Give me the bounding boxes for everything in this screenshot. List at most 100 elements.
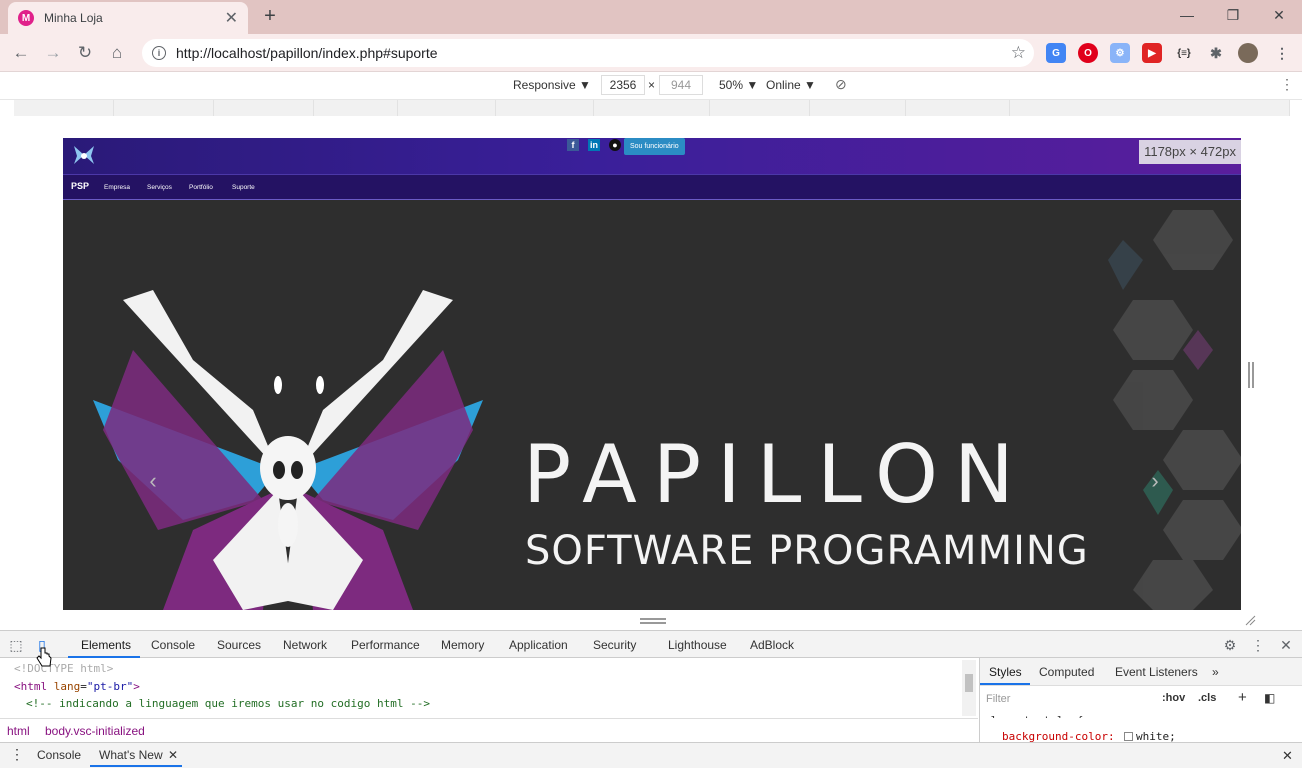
forward-icon[interactable]: → [40,40,66,66]
menu-kebab-icon[interactable]: ⋮ [1272,43,1292,63]
reload-icon[interactable]: ↻ [72,40,98,66]
browser-toolbar: ← → ↻ ⌂ i http://localhost/papillon/inde… [0,34,1302,72]
settings-gear-icon[interactable]: ⚙ [1222,637,1238,653]
video-extension-icon[interactable]: ▶ [1142,43,1162,63]
media-query-ruler[interactable] [0,100,1302,118]
class-toggle[interactable]: .cls [1198,692,1216,704]
window-controls: — ❐ ✕ [1164,0,1302,30]
tab-sources[interactable]: Sources [217,638,261,652]
styles-filter-input[interactable]: Filter [984,690,1150,708]
doctype-line[interactable]: <!DOCTYPE html> [14,662,113,675]
address-bar[interactable]: i http://localhost/papillon/index.php#su… [142,39,1034,67]
hero-title: PAPILLON [523,428,1030,521]
url-text: http://localhost/papillon/index.php#supo… [176,45,438,61]
close-window-icon[interactable]: ✕ [1256,0,1302,30]
device-toolbar-more-icon[interactable]: ⋮ [1280,76,1294,93]
rotate-icon[interactable]: ⊘ [835,76,847,93]
throttle-select[interactable]: Online ▼ [766,78,816,92]
carousel-next-icon[interactable]: › [1143,468,1167,498]
tab-network[interactable]: Network [283,638,327,652]
tab-event-listeners[interactable]: Event Listeners [1115,665,1198,679]
extensions-puzzle-icon[interactable]: ✱ [1206,43,1226,63]
translate-extension-icon[interactable]: G [1046,43,1066,63]
html-open-line[interactable]: <html lang="pt-br"> [14,680,140,693]
viewport-width-input[interactable]: 2356 [601,75,645,95]
staff-login-button[interactable]: Sou funcionário [624,138,685,155]
opera-extension-icon[interactable]: O [1078,43,1098,63]
facebook-icon[interactable]: f [567,139,579,151]
store-favicon-icon: M [18,10,34,26]
html-comment-line[interactable]: <!-- indicando a linguagem que iremos us… [26,697,430,710]
styles-declaration: background-color: white; [979,718,1302,743]
lang-value: "pt-br" [86,680,134,693]
tab-lighthouse[interactable]: Lighthouse [668,638,727,652]
crumb-body[interactable]: body.vsc-initialized [45,724,145,738]
json-extension-icon[interactable]: {≡} [1174,43,1194,63]
inspect-element-icon[interactable]: ⬚ [8,637,24,653]
tab-console[interactable]: Console [151,638,195,652]
tab-title: Minha Loja [44,11,103,25]
tab-application[interactable]: Application [509,638,568,652]
drawer-tab-console[interactable]: Console [37,748,81,762]
drawer-tab-whats-new[interactable]: What's New [99,748,163,762]
styles-pane: Styles Computed Event Listeners » Filter… [979,658,1302,727]
bookmark-star-icon[interactable]: ☆ [1011,43,1026,63]
tab-styles[interactable]: Styles [989,665,1022,679]
styles-tabbar: Styles Computed Event Listeners » [980,658,1302,686]
new-tab-icon[interactable]: + [258,4,282,28]
color-swatch[interactable] [1124,732,1133,741]
tab-performance[interactable]: Performance [351,638,420,652]
device-toolbar: Responsive ▼ 2356 × 944 50% ▼ Online ▼ ⊘… [0,72,1302,100]
close-drawer-tab-icon[interactable]: ✕ [168,748,178,762]
close-tab-icon[interactable]: ✕ [225,8,238,28]
tab-adblock[interactable]: AdBlock [750,638,794,652]
zoom-select[interactable]: 50% ▼ [719,78,758,92]
home-icon[interactable]: ⌂ [104,40,130,66]
back-icon[interactable]: ← [8,40,34,66]
toggle-sidebar-icon[interactable]: ◧ [1264,691,1275,705]
more-tabs-icon[interactable]: » [1212,665,1219,679]
hand-pointer-icon [36,647,52,667]
viewport-height-input[interactable]: 944 [659,75,703,95]
viewport-height-resize-handle[interactable] [640,618,666,624]
browser-tab[interactable]: M Minha Loja ✕ [8,2,248,34]
nav-link-servicos[interactable]: Serviços [147,184,172,191]
tab-memory[interactable]: Memory [441,638,484,652]
styles-tab-indicator [980,683,1030,685]
device-viewport-area: f in ● Sou funcionário 1178px × 472px PS… [0,118,1302,630]
close-drawer-icon[interactable]: ✕ [1282,748,1293,764]
site-brand[interactable]: PSP [71,181,89,191]
site-navbar: PSP Empresa Serviços Portfólio Suporte [63,174,1241,200]
carousel-prev-icon[interactable]: ‹ [141,468,165,498]
close-devtools-icon[interactable]: ✕ [1278,637,1294,653]
drawer-menu-icon[interactable]: ⋮ [10,746,24,763]
hover-state-toggle[interactable]: :hov [1162,692,1185,704]
tab-elements[interactable]: Elements [81,638,131,652]
restore-icon[interactable]: ❐ [1210,0,1256,30]
github-icon[interactable]: ● [609,139,621,151]
profile-avatar[interactable] [1238,43,1258,63]
tab-security[interactable]: Security [593,638,636,652]
device-mode-select[interactable]: Responsive ▼ [513,78,591,92]
elements-breadcrumbs: html body.vsc-initialized [0,718,978,742]
minimize-icon[interactable]: — [1164,0,1210,30]
viewport-corner-resize-handle[interactable] [1244,614,1256,626]
gear-extension-icon[interactable]: ⚙ [1110,43,1130,63]
devtools-more-icon[interactable]: ⋮ [1250,637,1266,653]
elements-scrollbar[interactable] [962,660,976,716]
devtools-tabbar: ⬚ ▯ Elements Console Sources Network Per… [0,630,1302,658]
viewport-width-resize-handle[interactable] [1248,362,1254,388]
tab-strip: M Minha Loja ✕ + — ❐ ✕ [0,0,1302,34]
nav-link-portfolio[interactable]: Portfólio [189,184,213,191]
tab-computed[interactable]: Computed [1039,665,1094,679]
site-info-icon[interactable]: i [152,46,166,60]
hero-subtitle: SOFTWARE PROGRAMMING [525,528,1089,574]
linkedin-icon[interactable]: in [588,139,600,151]
elements-tree: <!DOCTYPE html> <html lang="pt-br"> <!--… [0,658,978,718]
nav-link-suporte[interactable]: Suporte [232,184,255,191]
butterfly-logo-icon[interactable] [71,142,97,168]
dimension-separator: × [648,78,656,92]
crumb-html[interactable]: html [7,724,30,738]
add-rule-icon[interactable]: + [1238,689,1247,706]
nav-link-empresa[interactable]: Empresa [104,184,130,191]
